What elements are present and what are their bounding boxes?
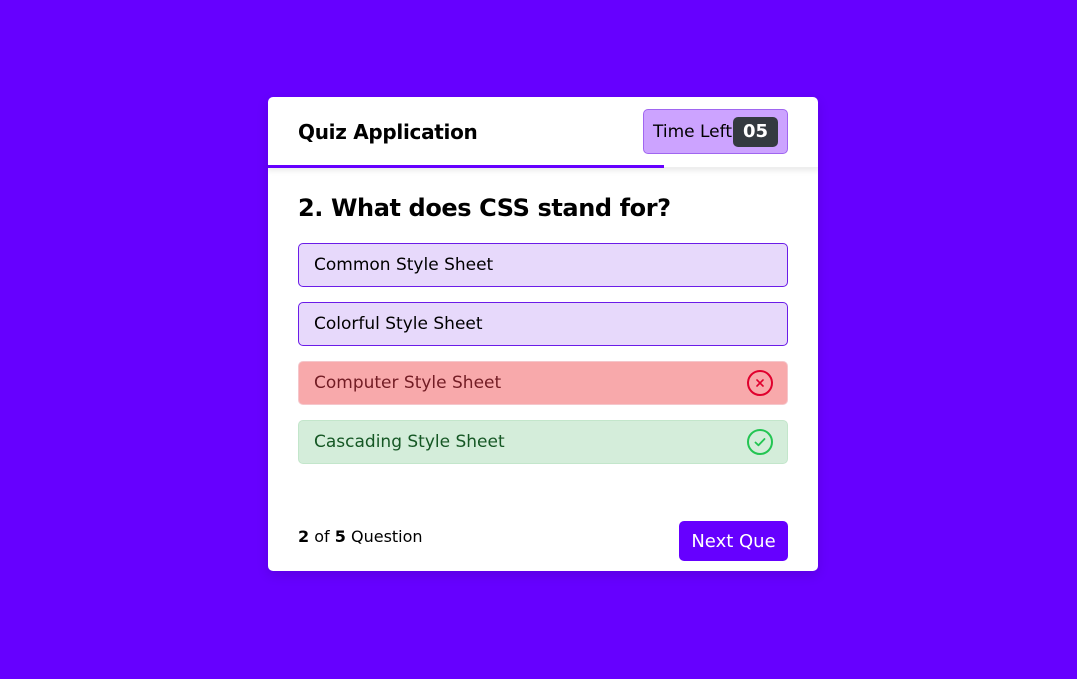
next-question-button[interactable]: Next Que (679, 521, 788, 561)
timer-seconds: 05 (733, 116, 778, 147)
option-1[interactable]: Common Style Sheet (298, 243, 788, 287)
quiz-section: 2. What does CSS stand for? Common Style… (268, 167, 818, 479)
counter-suffix: Question (350, 526, 423, 546)
cross-circle-icon (747, 370, 773, 396)
quiz-box: Quiz Application Time Left 05 2. What do… (268, 97, 818, 571)
quiz-title: Quiz Application (298, 120, 478, 144)
quiz-footer: 2 of 5 Question Next Que (268, 501, 818, 571)
counter-of: of (314, 526, 330, 546)
option-label: Cascading Style Sheet (314, 432, 505, 452)
question-text: 2. What does CSS stand for? (298, 194, 671, 222)
timer-label: Time Left (653, 121, 732, 142)
question-counter: 2 of 5 Question (298, 527, 423, 546)
quiz-header: Quiz Application Time Left 05 (268, 97, 818, 168)
option-3[interactable]: Computer Style Sheet (298, 361, 788, 405)
option-list: Common Style Sheet Colorful Style Sheet … (298, 243, 788, 479)
timer: Time Left 05 (643, 109, 788, 154)
option-label: Computer Style Sheet (314, 373, 502, 393)
total-question-number: 5 (334, 526, 346, 546)
option-label: Common Style Sheet (314, 255, 494, 275)
time-progress-line (268, 165, 664, 168)
option-label: Colorful Style Sheet (314, 314, 483, 334)
check-circle-icon (747, 429, 773, 455)
option-4[interactable]: Cascading Style Sheet (298, 420, 788, 464)
option-2[interactable]: Colorful Style Sheet (298, 302, 788, 346)
current-question-number: 2 (298, 526, 310, 546)
